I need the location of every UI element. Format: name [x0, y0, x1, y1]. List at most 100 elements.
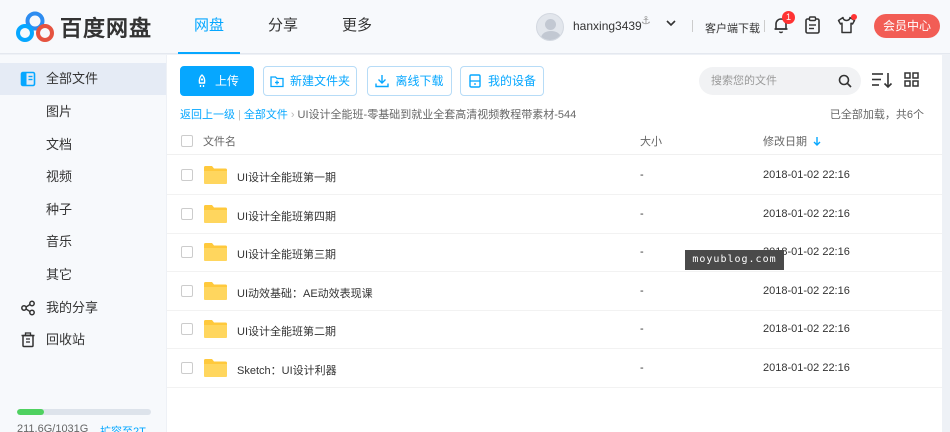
sidebar-item-music[interactable]: 音乐 [0, 226, 166, 258]
new-folder-button[interactable]: 新建文件夹 [263, 66, 357, 96]
column-header-date[interactable]: 修改日期 [763, 133, 822, 149]
sidebar-item-label: 种子 [46, 202, 73, 217]
file-size: - [640, 323, 644, 336]
breadcrumb-separator: › [290, 109, 295, 121]
file-date: 2018-01-02 22:16 [763, 362, 850, 374]
breadcrumb: 返回上一级 | 全部文件 › UI设计全能班-零基础到就业全套高清视频教程带素材-544 [180, 106, 576, 122]
storage-usage-text: 211.6G/1031G [17, 423, 89, 432]
column-header-date-label: 修改日期 [763, 136, 807, 148]
row-checkbox[interactable] [181, 207, 193, 220]
watermark: moyublog.com [685, 250, 784, 270]
search-input[interactable] [711, 73, 831, 89]
file-name[interactable]: UI设计全能班第二期 [237, 323, 336, 339]
file-name[interactable]: UI动效基础：AE动效表现课 [237, 285, 373, 301]
trash-icon [21, 332, 35, 348]
sidebar-item-images[interactable]: 图片 [0, 96, 166, 128]
avatar[interactable] [536, 13, 564, 41]
sidebar-item-all-files[interactable]: 全部文件 [0, 63, 166, 95]
table-row[interactable]: UI动效基础：AE动效表现课 - 2018-01-02 22:16 [167, 272, 942, 311]
folder-icon [204, 359, 227, 377]
header-divider [764, 20, 765, 32]
top-header: 百度网盘 网盘 分享 更多 hanxing3439 ⚓ 客户端下载 1 会员中心 [0, 0, 950, 54]
cloud-logo-icon [16, 11, 54, 42]
sidebar-item-others[interactable]: 其它 [0, 259, 166, 291]
sidebar-item-docs[interactable]: 文档 [0, 129, 166, 161]
share-icon [21, 300, 35, 316]
sidebar-item-videos[interactable]: 视频 [0, 161, 166, 193]
loaded-count-text: 已全部加载，共6个 [829, 109, 924, 121]
file-name[interactable]: Sketch：UI设计利器 [237, 362, 337, 378]
breadcrumb-back-link[interactable]: 返回上一级 [180, 109, 235, 121]
sidebar-item-label: 我的分享 [46, 300, 99, 315]
file-size: - [640, 284, 644, 297]
row-checkbox[interactable] [181, 284, 193, 297]
file-name[interactable]: UI设计全能班第四期 [237, 208, 336, 224]
row-checkbox[interactable] [181, 362, 193, 374]
table-header: 文件名 大小 修改日期 [167, 131, 942, 155]
chevron-down-icon[interactable] [664, 16, 678, 30]
main-nav: 网盘 分享 更多 [178, 0, 388, 54]
file-date: 2018-01-02 22:16 [763, 169, 850, 181]
sidebar-item-label: 其它 [46, 267, 73, 282]
file-size: - [640, 169, 644, 181]
storage-progress-fill [17, 409, 45, 415]
sort-arrow-down-icon [813, 137, 821, 146]
sidebar-item-label: 文档 [46, 137, 73, 152]
user-level-badge: ⚓ [641, 15, 651, 27]
column-header-name[interactable]: 文件名 [203, 133, 236, 149]
nav-share[interactable]: 分享 [252, 0, 314, 54]
vip-center-button[interactable]: 会员中心 [874, 14, 940, 38]
download-icon [375, 75, 390, 88]
upload-label: 上传 [214, 74, 239, 88]
table-row[interactable]: UI设计全能班第一期 - 2018-01-02 22:16 [167, 156, 942, 195]
table-row[interactable]: UI设计全能班第四期 - 2018-01-02 22:16 [167, 195, 942, 234]
my-devices-button[interactable]: 我的设备 [460, 66, 544, 96]
table-row[interactable]: Sketch：UI设计利器 - 2018-01-02 22:16 [167, 349, 942, 388]
device-icon [469, 74, 481, 88]
file-size: - [640, 362, 644, 374]
row-checkbox[interactable] [181, 323, 193, 336]
username[interactable]: hanxing3439 [573, 19, 642, 33]
breadcrumb-separator: | [238, 109, 241, 121]
page-scrollbar[interactable] [942, 55, 950, 432]
sidebar: 全部文件 图片 文档 视频 种子 音乐 其它 我的分享 回收站 211.6G/1… [0, 55, 166, 432]
expand-storage-link[interactable]: 扩容至2T [100, 423, 146, 432]
nav-netdisk[interactable]: 网盘 [178, 0, 240, 54]
sidebar-item-label: 图片 [46, 104, 73, 119]
select-all-checkbox[interactable] [181, 135, 193, 147]
file-name[interactable]: UI设计全能班第三期 [237, 246, 336, 262]
new-folder-label: 新建文件夹 [289, 74, 350, 88]
upload-button[interactable]: 上传 [180, 66, 254, 96]
new-folder-icon [270, 76, 284, 88]
nav-more[interactable]: 更多 [326, 0, 388, 54]
sidebar-item-torrents[interactable]: 种子 [0, 194, 166, 226]
row-checkbox[interactable] [181, 169, 193, 181]
file-list-panel: 上传 新建文件夹 离线下载 我的设备 搜索您的文件 返回上一级 | 全部文件 ›… [167, 55, 942, 432]
table-row[interactable]: UI设计全能班第二期 - 2018-01-02 22:16 [167, 310, 942, 350]
sidebar-item-label: 视频 [46, 169, 73, 184]
column-header-size[interactable]: 大小 [640, 133, 662, 149]
storage-progress-bar [17, 409, 151, 415]
offline-download-button[interactable]: 离线下载 [367, 66, 452, 96]
folder-icon [204, 320, 227, 339]
breadcrumb-all-files-link[interactable]: 全部文件 [244, 109, 288, 121]
file-date: 2018-01-02 22:16 [763, 207, 850, 220]
client-download-link[interactable]: 客户端下载 [705, 20, 760, 36]
table-row[interactable]: UI设计全能班第三期 -2018-01-02 22:16 [167, 233, 942, 273]
my-devices-label: 我的设备 [487, 74, 536, 88]
folder-icon [204, 243, 227, 262]
file-size: - [640, 246, 644, 259]
sort-icon[interactable] [871, 71, 893, 89]
sidebar-item-my-share[interactable]: 我的分享 [0, 292, 166, 324]
clipboard-icon[interactable] [804, 16, 821, 34]
sidebar-item-recycle-bin[interactable]: 回收站 [0, 324, 166, 356]
file-size: - [640, 207, 644, 220]
search-icon[interactable] [838, 74, 852, 88]
baidu-netdisk-logo[interactable]: 百度网盘 [16, 11, 152, 43]
folder-icon [204, 204, 227, 223]
row-checkbox[interactable] [181, 246, 193, 259]
grid-view-icon[interactable] [904, 72, 919, 87]
search-box [699, 67, 861, 95]
file-name[interactable]: UI设计全能班第一期 [237, 169, 336, 185]
rocket-upload-icon [198, 74, 206, 87]
